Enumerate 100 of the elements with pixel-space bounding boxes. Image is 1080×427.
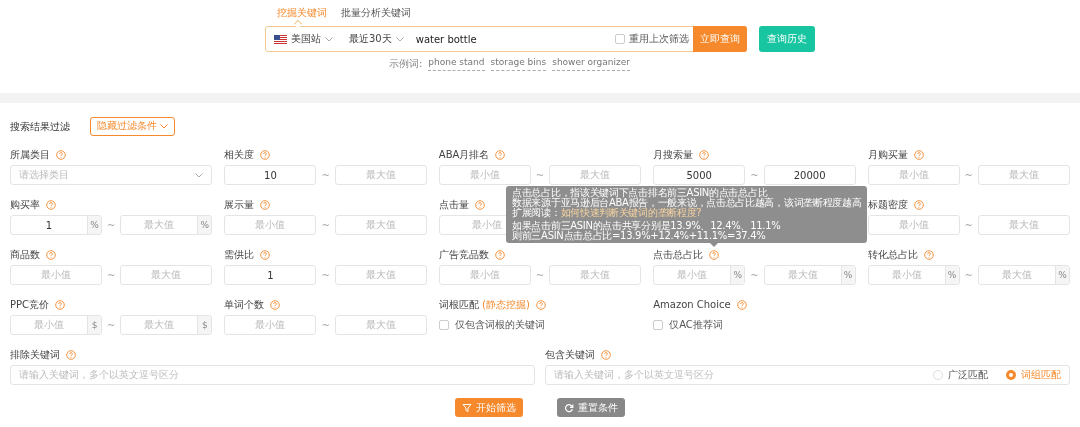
range-input[interactable]: 最大值 xyxy=(120,265,213,285)
unit-label: $ xyxy=(197,316,212,334)
site-select[interactable]: 美国站 xyxy=(266,32,341,46)
range-input[interactable]: 最小值 xyxy=(10,265,102,285)
filter-icon xyxy=(462,402,472,413)
range-input[interactable]: 最大值 % xyxy=(763,265,856,285)
help-icon[interactable] xyxy=(55,299,66,310)
help-icon[interactable] xyxy=(260,249,271,260)
help-icon[interactable] xyxy=(736,299,747,310)
unit-label: % xyxy=(944,266,959,284)
range-separator: ~ xyxy=(321,269,330,281)
category-select[interactable]: 请选择类目 xyxy=(10,165,213,185)
field-label: 词根匹配 (静态挖掘) xyxy=(438,297,530,312)
tooltip-link[interactable]: 如何快速判断关键词的垄断程度? xyxy=(560,207,702,218)
help-icon[interactable] xyxy=(46,249,56,260)
field-label: 所属类目 xyxy=(10,147,50,162)
range-input[interactable]: 最小值 xyxy=(224,215,317,235)
help-icon[interactable] xyxy=(260,149,271,160)
reset-button[interactable]: 重置条件 xyxy=(557,398,625,417)
field-label: 排除关键词 xyxy=(10,347,60,362)
checkbox-label: 仅AC推荐词 xyxy=(669,318,723,332)
range-input[interactable]: 最大值 xyxy=(334,165,427,185)
field-label: 相关度 xyxy=(224,147,255,162)
range-input[interactable]: 最大值 % xyxy=(120,215,213,235)
unit-label: % xyxy=(1055,266,1069,284)
range-input[interactable]: 最大值 % xyxy=(978,265,1070,285)
range-input[interactable]: 20000 xyxy=(763,165,856,185)
range-separator: ~ xyxy=(107,319,116,331)
checkbox-label: 仅包含词根的关键词 xyxy=(454,318,545,332)
tooltip-text: 数据来源于亚马逊后台ABA报告，一般来说，点击总占比越高，该词垄断程度越高 xyxy=(512,198,862,208)
help-icon[interactable] xyxy=(66,349,76,360)
help-icon[interactable] xyxy=(923,249,934,260)
field-label: 月购买量 xyxy=(867,147,908,162)
range-input[interactable]: 1 % xyxy=(10,215,102,235)
checkbox[interactable] xyxy=(615,34,625,44)
match-radio[interactable]: 词组匹配 xyxy=(1006,368,1061,382)
range-input[interactable]: 最小值 xyxy=(867,165,960,185)
range-input[interactable]: 最大值 xyxy=(334,265,427,285)
field-label: 转化总占比 xyxy=(867,247,918,262)
range-input[interactable]: 最大值 $ xyxy=(120,315,213,335)
range-input[interactable]: 最大值 xyxy=(978,165,1070,185)
range-input[interactable]: 最小值 xyxy=(438,265,531,285)
search-button[interactable]: 立即查询 xyxy=(693,26,747,52)
help-icon[interactable] xyxy=(601,349,611,360)
help-icon[interactable] xyxy=(46,199,56,210)
range-separator: ~ xyxy=(535,269,545,281)
help-icon[interactable] xyxy=(494,249,505,260)
range-input[interactable]: 最大值 xyxy=(549,165,642,185)
example-link[interactable]: shower organizer xyxy=(552,57,630,71)
tab[interactable]: 批量分析关键词 xyxy=(341,6,411,24)
field-label: 购买率 xyxy=(10,197,40,212)
help-icon[interactable] xyxy=(495,149,506,160)
checkbox[interactable] xyxy=(653,320,664,330)
help-icon[interactable] xyxy=(709,249,720,260)
keyword-input[interactable]: water bottle xyxy=(411,33,615,45)
range-input[interactable]: 5000 xyxy=(653,165,746,185)
range-input[interactable]: 最小值 xyxy=(867,215,960,235)
field-label: 包含关键词 xyxy=(545,347,595,362)
field-label: 单词个数 xyxy=(224,297,265,312)
history-button[interactable]: 查询历史 xyxy=(759,26,815,52)
range-input[interactable]: 最小值 % xyxy=(867,265,960,285)
checkbox[interactable] xyxy=(438,320,449,330)
range-input[interactable]: 1 xyxy=(224,265,317,285)
tooltip-text: 扩展阅读： xyxy=(512,207,561,218)
help-icon[interactable] xyxy=(913,199,924,210)
field-label: 商品数 xyxy=(10,247,40,262)
range-input[interactable]: 10 xyxy=(224,165,317,185)
range-input[interactable]: 最小值 xyxy=(438,165,531,185)
range-input[interactable]: 最小值 % xyxy=(653,265,746,285)
example-link[interactable]: phone stand xyxy=(428,57,485,71)
field-label: 标题密度 xyxy=(867,197,908,212)
range-input[interactable]: 最小值 xyxy=(224,315,317,335)
field-label: PPC竞价 xyxy=(10,297,50,312)
range-input[interactable]: 最小值 $ xyxy=(10,315,102,335)
help-icon[interactable] xyxy=(56,149,66,160)
help-icon[interactable] xyxy=(260,199,271,210)
help-icon[interactable] xyxy=(270,299,281,310)
chevron-down-icon xyxy=(325,36,333,42)
field-label: ABA月排名 xyxy=(438,147,490,162)
range-separator: ~ xyxy=(964,269,973,281)
hide-filters-button[interactable]: 隐藏过滤条件 xyxy=(90,117,175,136)
help-icon[interactable] xyxy=(535,299,546,310)
help-icon[interactable] xyxy=(913,149,924,160)
range-input[interactable]: 最大值 xyxy=(334,315,427,335)
range-separator: ~ xyxy=(750,169,759,181)
help-icon[interactable] xyxy=(474,199,485,210)
chevron-down-icon xyxy=(195,172,204,178)
filter-button[interactable]: 开始筛选 xyxy=(455,398,523,417)
help-icon[interactable] xyxy=(699,149,710,160)
match-radio[interactable]: 广泛匹配 xyxy=(933,368,988,382)
range-input[interactable]: 最大值 xyxy=(549,265,642,285)
range-separator: ~ xyxy=(107,269,116,281)
unit-label: $ xyxy=(87,316,101,334)
tab[interactable]: 挖掘关键词 xyxy=(277,6,327,24)
range-input[interactable]: 最大值 xyxy=(978,215,1070,235)
range-separator: ~ xyxy=(321,219,330,231)
range-input[interactable]: 最大值 xyxy=(334,215,427,235)
period-select[interactable]: 最近30天 xyxy=(341,32,412,46)
unit-label: % xyxy=(197,216,212,234)
example-link[interactable]: storage bins xyxy=(490,57,547,71)
